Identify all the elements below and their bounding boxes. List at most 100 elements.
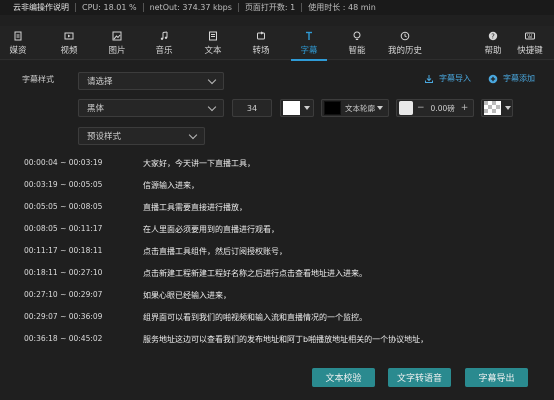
bulb-icon xyxy=(353,31,361,40)
tab-image[interactable]: 图片 xyxy=(103,26,131,60)
chevron-down-icon xyxy=(188,130,198,140)
text-color-picker[interactable] xyxy=(280,99,314,117)
status-bar: 云非编操作说明 CPU: 18.01 % netOut: 374.37 kbps… xyxy=(0,0,554,15)
help-icon: ? xyxy=(488,31,498,40)
cpu-stat: CPU: 18.01 % xyxy=(82,3,137,12)
tab-subtitle[interactable]: 字幕 xyxy=(291,26,327,61)
tab-history[interactable]: 我的历史 xyxy=(384,26,426,60)
subtitle-import-link[interactable]: 字幕导入 xyxy=(424,73,471,84)
subtitle-time: 00:27:10 ~ 00:29:07 xyxy=(24,290,103,299)
subtitle-time: 00:11:17 ~ 00:18:11 xyxy=(24,246,103,255)
subtitle-text: 点击直播工具组件，然后订阅授权账号， xyxy=(143,247,287,256)
tab-media[interactable]: 媒资 xyxy=(4,26,32,60)
outline-label: 文本轮廓 xyxy=(345,103,375,113)
subtitle-row[interactable]: 00:18:11 ~ 00:27:10 点击新建工程新建工程好名称之后进行点击查看… xyxy=(0,263,554,285)
tab-label: 我的历史 xyxy=(387,45,422,56)
subtitle-icon xyxy=(306,31,312,40)
divider xyxy=(301,3,303,12)
tab-label: 转场 xyxy=(252,45,270,56)
tab-label: 媒资 xyxy=(9,45,27,56)
duration-stat: 使用时长 : 48 min xyxy=(308,3,376,12)
history-icon xyxy=(400,31,410,40)
subtitle-row[interactable]: 00:08:05 ~ 00:11:17 在人里面必须要用到的直播进行观看， xyxy=(0,219,554,241)
transition-icon xyxy=(257,31,265,39)
shadow-swatch xyxy=(399,101,413,115)
outline-color-picker[interactable]: 文本轮廓 xyxy=(321,99,389,117)
select-value: 请选择 xyxy=(87,77,113,87)
subtitle-row[interactable]: 00:05:05 ~ 00:08:05 直播工具需要直接进行播放， xyxy=(0,197,554,219)
subtitle-text: 直播工具需要直接进行播放， xyxy=(143,203,247,212)
tab-label: 帮助 xyxy=(484,45,502,56)
tab-label: 视频 xyxy=(60,45,78,56)
outline-color-swatch xyxy=(324,101,341,115)
outline-width-stepper[interactable]: − 0.00磅 + xyxy=(396,99,474,117)
text-check-button[interactable]: 文本校验 xyxy=(312,368,375,387)
pages-stat: 页面打开数: 1 xyxy=(244,3,296,12)
subtitle-text: 信源输入进来， xyxy=(143,181,199,190)
video-icon xyxy=(64,32,74,39)
svg-text:?: ? xyxy=(491,32,495,40)
preset-style-select[interactable]: 预设样式 xyxy=(78,127,205,145)
main-toolbar: 媒资 视频 图片 音乐 文本 转场 字幕 智能 我的历史 ? 帮助 快捷键 xyxy=(0,26,554,61)
tab-label: 文本 xyxy=(204,45,222,56)
import-icon xyxy=(425,74,433,83)
netout-stat: netOut: 374.37 kbps xyxy=(149,3,232,12)
subtitle-export-button[interactable]: 字幕导出 xyxy=(465,368,528,387)
subtitle-row[interactable]: 00:11:17 ~ 00:18:11 点击直播工具组件，然后订阅授权账号， xyxy=(0,241,554,263)
tab-label: 快捷键 xyxy=(517,45,543,56)
subtitle-row[interactable]: 00:00:04 ~ 00:03:19 大家好，今天讲一下直播工具， xyxy=(0,153,554,175)
caret-down-icon xyxy=(377,106,383,110)
tab-label: 音乐 xyxy=(155,45,173,56)
subtitle-time: 00:00:04 ~ 00:03:19 xyxy=(24,158,103,167)
subtitle-row[interactable]: 00:03:19 ~ 00:05:05 信源输入进来， xyxy=(0,175,554,197)
shortcut-button[interactable]: 快捷键 xyxy=(513,26,547,60)
subtitle-time: 00:29:07 ~ 00:36:09 xyxy=(24,312,103,321)
background-color-picker[interactable] xyxy=(481,99,513,117)
text-to-speech-button[interactable]: 文字转语音 xyxy=(388,368,451,387)
text-color-swatch xyxy=(283,101,300,115)
help-button[interactable]: ? 帮助 xyxy=(481,26,505,60)
tab-label: 字幕 xyxy=(300,45,318,56)
chevron-down-icon xyxy=(207,75,217,85)
tab-label: 图片 xyxy=(108,45,126,56)
minus-icon[interactable]: − xyxy=(417,103,425,113)
image-icon xyxy=(112,31,122,40)
tab-text[interactable]: 文本 xyxy=(199,26,227,60)
divider xyxy=(142,3,144,12)
subtitle-style-label: 字幕样式 xyxy=(22,75,54,84)
subtitle-text: 大家好，今天讲一下直播工具， xyxy=(143,159,255,168)
subtitle-row[interactable]: 00:27:10 ~ 00:29:07 如果心眼已经输入进来， xyxy=(0,285,554,307)
subtitle-text: 组界面可以看到我们的啪视频和输入流和直播情况的一个监控。 xyxy=(143,313,367,322)
tab-smart[interactable]: 智能 xyxy=(343,26,371,60)
subtitle-text: 服务地址这边可以查看我们的发布地址和阿丁b啪播放地址相关的一个协议地址， xyxy=(143,335,429,344)
tab-label: 智能 xyxy=(348,45,366,56)
caret-down-icon xyxy=(505,106,511,110)
font-select[interactable]: 黑体 xyxy=(78,99,224,117)
add-icon xyxy=(488,74,498,83)
subtitle-time: 00:08:05 ~ 00:11:17 xyxy=(24,224,103,233)
select-value: 黑体 xyxy=(87,104,105,114)
music-icon xyxy=(160,31,168,40)
tab-music[interactable]: 音乐 xyxy=(150,26,178,60)
subtitle-time: 00:05:05 ~ 00:08:05 xyxy=(24,202,103,211)
subtitle-add-link[interactable]: 字幕添加 xyxy=(488,73,535,84)
stepper-value: 0.00磅 xyxy=(430,103,455,113)
font-size-input[interactable]: 34 xyxy=(232,99,272,117)
subtitle-panel: 字幕样式 请选择 字幕导入 字幕添加 黑体 34 文本轮廓 − 0.00磅 + xyxy=(0,61,554,400)
subtitle-text: 如果心眼已经输入进来， xyxy=(143,291,231,300)
app-title: 云非编操作说明 xyxy=(13,3,69,12)
caret-down-icon xyxy=(304,106,310,110)
tab-transition[interactable]: 转场 xyxy=(247,26,275,60)
subtitle-time: 00:03:19 ~ 00:05:05 xyxy=(24,180,103,189)
subtitle-row[interactable]: 00:36:18 ~ 00:45:02 服务地址这边可以查看我们的发布地址和阿丁b… xyxy=(0,329,554,351)
subtitle-text: 在人里面必须要用到的直播进行观看， xyxy=(143,225,279,234)
subtitle-text: 点击新建工程新建工程好名称之后进行点击查看地址进入进来。 xyxy=(143,269,367,278)
subtitle-style-select[interactable]: 请选择 xyxy=(78,72,224,90)
keyboard-icon xyxy=(525,32,535,39)
media-icon xyxy=(14,31,22,40)
plus-icon[interactable]: + xyxy=(461,103,469,113)
chevron-down-icon xyxy=(207,102,217,112)
transparent-swatch-icon xyxy=(484,101,501,115)
subtitle-row[interactable]: 00:29:07 ~ 00:36:09 组界面可以看到我们的啪视频和输入流和直播情… xyxy=(0,307,554,329)
tab-video[interactable]: 视频 xyxy=(55,26,83,60)
